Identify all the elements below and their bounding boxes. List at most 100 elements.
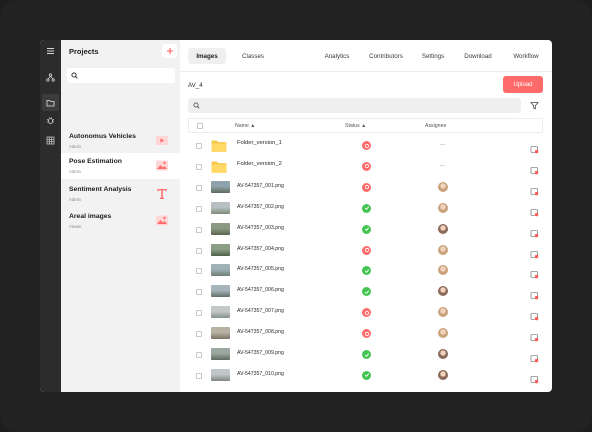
project-item[interactable]: Pose Estimation Admin — [61, 153, 180, 179]
status-rejected-icon — [362, 329, 371, 339]
filter-icon[interactable] — [530, 101, 539, 110]
project-item[interactable]: Areal images Viewer — [61, 208, 180, 234]
row-checkbox[interactable] — [196, 331, 202, 338]
status-rejected-icon — [362, 182, 371, 192]
main-panel: Images Classes Analytics Contributors Se… — [180, 40, 552, 392]
folder-row[interactable]: Folder_version_2 — [188, 157, 543, 178]
tab-contributors[interactable]: Contributors — [364, 48, 408, 64]
file-name: AV-547357_005.png — [237, 266, 284, 273]
tab-workflow[interactable]: Workflow — [508, 48, 544, 64]
image-thumbnail — [211, 368, 230, 381]
assignee-avatar[interactable] — [438, 202, 448, 213]
file-row[interactable]: AV-547357_002.png — [188, 199, 543, 220]
folder-nav-icon[interactable] — [42, 94, 59, 111]
project-item[interactable]: Sentiment Analysis Admin — [61, 181, 180, 207]
assignee-avatar[interactable] — [438, 286, 448, 297]
image-thumbnail — [211, 348, 230, 360]
image-thumbnail — [211, 222, 230, 235]
folder-icon — [211, 160, 227, 173]
row-checkbox[interactable] — [196, 247, 202, 254]
file-row[interactable]: AV-547357_004.png — [188, 241, 543, 262]
image-thumbnail — [211, 306, 230, 319]
column-name-header[interactable]: Name ▲ — [235, 123, 255, 129]
file-name: AV-547357_008.png — [237, 329, 284, 336]
row-action-icon[interactable] — [530, 308, 539, 321]
file-row[interactable]: AV-547357_003.png — [188, 220, 543, 241]
status-rejected-icon — [362, 308, 371, 318]
video-icon — [156, 136, 168, 145]
row-checkbox[interactable] — [196, 372, 202, 379]
row-checkbox[interactable] — [196, 352, 202, 358]
status-rejected-icon — [362, 245, 371, 255]
tab-download[interactable]: Download — [460, 48, 496, 64]
row-checkbox[interactable] — [196, 310, 202, 317]
assignee-avatar[interactable] — [438, 328, 448, 339]
status-rejected-icon — [362, 161, 371, 171]
row-action-icon[interactable] — [530, 350, 539, 363]
tab-classes[interactable]: Classes — [238, 48, 268, 64]
row-checkbox[interactable] — [196, 143, 202, 149]
row-checkbox[interactable] — [196, 289, 202, 296]
file-row[interactable]: AV-547357_008.png — [188, 324, 543, 345]
row-checkbox[interactable] — [196, 163, 202, 170]
row-checkbox[interactable] — [196, 226, 202, 233]
file-row[interactable]: AV-547357_005.png — [188, 261, 543, 282]
bug-icon[interactable] — [42, 112, 59, 129]
assignee-avatar[interactable] — [438, 244, 448, 255]
row-action-icon[interactable] — [530, 371, 539, 384]
file-row[interactable]: AV-547357_006.png — [188, 282, 543, 303]
row-action-icon[interactable] — [530, 329, 539, 342]
file-row[interactable]: AV-547357_009.png — [188, 345, 543, 366]
project-search-input[interactable] — [67, 68, 175, 83]
file-search-input[interactable] — [188, 98, 521, 113]
device-frame: Projects Autonomus Vehicles Admin Pose E… — [0, 0, 592, 432]
row-action-icon[interactable] — [530, 162, 539, 175]
icon-rail — [40, 40, 61, 392]
folder-name: Folder_version_2 — [237, 160, 282, 167]
row-action-icon[interactable] — [530, 141, 539, 154]
column-assignee-header[interactable]: Assignee — [425, 123, 446, 129]
project-role: Admin — [69, 197, 81, 202]
project-role: Admin — [69, 169, 81, 174]
grid-icon[interactable] — [42, 132, 59, 149]
folder-name: Folder_version_1 — [237, 140, 282, 146]
column-status-header[interactable]: Status ▲ — [345, 123, 366, 129]
select-all-checkbox[interactable] — [197, 123, 203, 129]
hierarchy-icon[interactable] — [42, 69, 59, 86]
project-item[interactable]: Autonomus Vehicles Admin — [61, 128, 180, 154]
row-action-icon[interactable] — [530, 183, 539, 196]
file-name: AV-547357_009.png — [237, 350, 284, 356]
add-project-button[interactable] — [162, 44, 177, 58]
row-action-icon[interactable] — [530, 204, 539, 216]
tab-images[interactable]: Images — [188, 48, 226, 64]
assignee-avatar[interactable] — [438, 223, 448, 234]
column-name-label: Name — [235, 123, 249, 129]
folder-row[interactable]: Folder_version_1 — [188, 136, 543, 157]
image-thumbnail — [211, 264, 230, 277]
tab-analytics[interactable]: Analytics — [319, 48, 355, 64]
assignee-avatar[interactable] — [438, 307, 448, 318]
search-icon — [193, 102, 200, 109]
assignee-empty — [440, 144, 445, 145]
image-thumbnail — [211, 201, 230, 214]
assignee-avatar[interactable] — [438, 369, 448, 380]
row-checkbox[interactable] — [196, 268, 202, 275]
row-action-icon[interactable] — [530, 246, 539, 258]
tab-settings[interactable]: Settings — [417, 48, 449, 64]
row-checkbox[interactable] — [196, 205, 202, 212]
project-role: Viewer — [69, 224, 82, 229]
file-row[interactable]: AV-547357_010.png — [188, 366, 543, 387]
row-action-icon[interactable] — [530, 266, 539, 279]
row-action-icon[interactable] — [530, 225, 539, 237]
row-action-icon[interactable] — [530, 287, 539, 300]
file-row[interactable]: AV-547357_001.png — [188, 178, 543, 199]
image-thumbnail — [211, 180, 230, 193]
file-row[interactable]: AV-547357_007.png — [188, 303, 543, 324]
assignee-avatar[interactable] — [438, 181, 448, 192]
assignee-avatar[interactable] — [438, 349, 448, 359]
menu-icon[interactable] — [42, 42, 59, 59]
upload-button[interactable]: Upload — [503, 76, 543, 93]
row-checkbox[interactable] — [196, 184, 202, 191]
status-approved-icon — [362, 350, 371, 359]
assignee-avatar[interactable] — [438, 265, 448, 276]
